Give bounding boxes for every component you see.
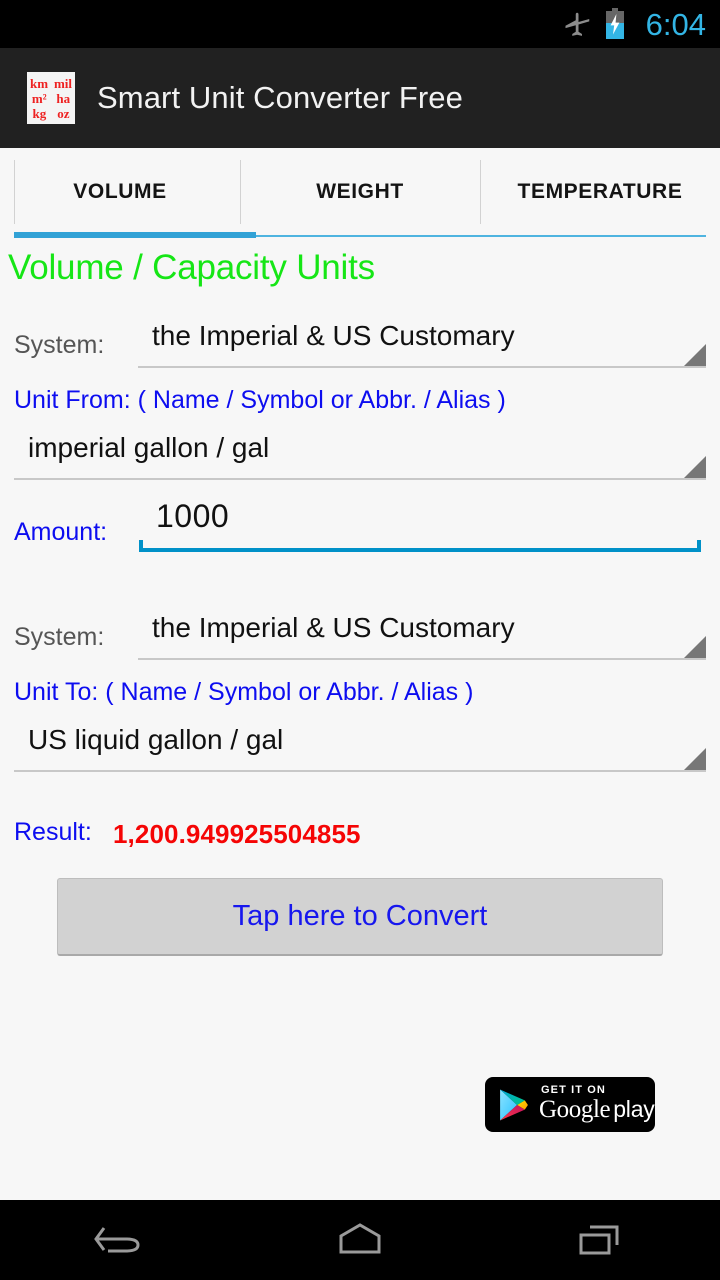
app-logo-row-3: kg oz xyxy=(27,106,75,121)
tab-bar: VOLUME WEIGHT TEMPERATURE xyxy=(0,148,720,236)
to-system-value: the Imperial & US Customary xyxy=(152,612,515,643)
unit-to-label: Unit To: ( Name / Symbol or Abbr. / Alia… xyxy=(14,678,474,706)
tab-selected-indicator xyxy=(14,232,256,238)
recents-icon xyxy=(579,1225,619,1255)
result-value: 1,200.949925504855 xyxy=(113,819,361,849)
to-system-label: System: xyxy=(14,623,105,651)
page-title: Volume / Capacity Units xyxy=(8,248,375,287)
from-unit-underline xyxy=(14,478,706,480)
back-icon xyxy=(94,1227,140,1253)
app-logo-kg: kg xyxy=(32,105,47,121)
amount-input-underline xyxy=(139,548,701,552)
tab-volume-label: VOLUME xyxy=(73,180,167,203)
play-badge-wordmark: Google play xyxy=(539,1096,655,1126)
from-system-value: the Imperial & US Customary xyxy=(152,320,515,351)
play-badge-tagline: GET IT ON xyxy=(541,1083,606,1096)
from-unit-value: imperial gallon / gal xyxy=(28,432,270,463)
google-play-badge-text: GET IT ON Google play xyxy=(539,1084,655,1126)
from-unit-spinner[interactable]: imperial gallon / gal xyxy=(14,432,706,480)
to-unit-value: US liquid gallon / gal xyxy=(28,724,284,755)
app-logo-km: km xyxy=(29,75,49,91)
chevron-down-icon xyxy=(684,636,706,658)
to-system-spinner[interactable]: the Imperial & US Customary xyxy=(138,612,706,660)
chevron-down-icon xyxy=(684,456,706,478)
app-logo-ha: ha xyxy=(56,90,71,106)
nav-home-button[interactable] xyxy=(300,1200,420,1280)
to-unit-underline xyxy=(14,770,706,772)
to-system-underline xyxy=(138,658,706,660)
from-system-spinner[interactable]: the Imperial & US Customary xyxy=(138,320,706,368)
tab-weight[interactable]: WEIGHT xyxy=(240,148,480,236)
amount-input[interactable]: 1000 xyxy=(139,496,701,552)
google-play-logo-icon xyxy=(500,1089,528,1120)
battery-charging-icon xyxy=(605,8,624,39)
action-bar: km mil m² ha kg oz Smart Unit Converter … xyxy=(0,48,720,148)
tab-temperature[interactable]: TEMPERATURE xyxy=(480,148,720,236)
app-logo-row-1: km mil xyxy=(27,76,75,91)
status-bar: 6:04 xyxy=(0,0,720,48)
home-icon xyxy=(339,1223,381,1254)
app-title: Smart Unit Converter Free xyxy=(97,80,463,115)
tab-volume[interactable]: VOLUME xyxy=(0,148,240,236)
tab-temperature-label: TEMPERATURE xyxy=(517,180,683,203)
app-logo-row-2: m² ha xyxy=(27,91,75,106)
chevron-down-icon xyxy=(684,344,706,366)
amount-label: Amount: xyxy=(14,518,108,546)
app-logo-oz: oz xyxy=(57,105,70,121)
result-label: Result: xyxy=(14,818,92,846)
nav-recents-button[interactable] xyxy=(540,1200,660,1280)
app-logo-icon: km mil m² ha kg oz xyxy=(27,72,75,124)
converter-form: Volume / Capacity Units System: the Impe… xyxy=(0,240,720,1200)
chevron-down-icon xyxy=(684,748,706,770)
from-system-underline xyxy=(138,366,706,368)
airplane-mode-icon xyxy=(565,12,589,36)
tab-indicator-area xyxy=(0,232,720,240)
app-logo-m2: m² xyxy=(31,90,47,106)
amount-input-value: 1000 xyxy=(156,498,230,534)
nav-back-button[interactable] xyxy=(60,1200,180,1280)
status-bar-clock: 6:04 xyxy=(645,6,706,42)
app-logo-mil: mil xyxy=(53,75,73,91)
tab-weight-label: WEIGHT xyxy=(316,180,404,203)
play-badge-brand: Google xyxy=(539,1095,611,1123)
from-system-label: System: xyxy=(14,331,105,359)
system-navigation-bar xyxy=(0,1200,720,1280)
amount-underline-tick-left xyxy=(139,540,143,552)
amount-underline-tick-right xyxy=(697,540,701,552)
play-badge-product: play xyxy=(613,1095,655,1122)
unit-from-label: Unit From: ( Name / Symbol or Abbr. / Al… xyxy=(14,386,506,414)
to-unit-spinner[interactable]: US liquid gallon / gal xyxy=(14,724,706,772)
status-bar-icons: 6:04 xyxy=(563,8,706,40)
google-play-badge[interactable]: GET IT ON Google play xyxy=(485,1077,655,1132)
convert-button[interactable]: Tap here to Convert xyxy=(57,878,663,956)
